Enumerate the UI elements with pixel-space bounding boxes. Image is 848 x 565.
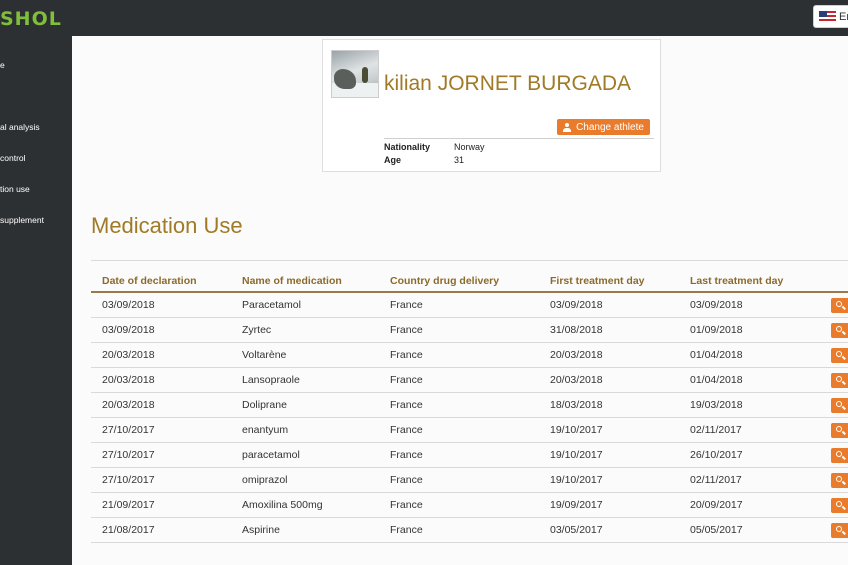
table-cell: Lansopraole xyxy=(242,374,300,386)
view-details-button[interactable] xyxy=(831,473,848,488)
divider xyxy=(91,260,848,261)
table-cell: France xyxy=(390,324,423,336)
table-cell: France xyxy=(390,474,423,486)
table-cell: 19/09/2017 xyxy=(550,499,603,511)
table-cell: France xyxy=(390,299,423,311)
user-icon xyxy=(563,122,572,132)
table-cell: 20/03/2018 xyxy=(550,349,603,361)
table-cell: 03/09/2018 xyxy=(102,299,155,311)
table-cell: 19/10/2017 xyxy=(550,474,603,486)
table-cell: France xyxy=(390,449,423,461)
view-details-button[interactable] xyxy=(831,523,848,538)
sidebar-item-supplement[interactable]: supplement xyxy=(0,215,44,225)
table-cell: 27/10/2017 xyxy=(102,449,155,461)
athlete-card: kilian JORNET BURGADA Change athlete Nat… xyxy=(322,39,661,172)
table-row[interactable]: 27/10/2017 paracetamol France 19/10/2017 26/… xyxy=(91,443,848,468)
table-cell: enantyum xyxy=(242,424,289,436)
table-row[interactable]: 03/09/2018 Zyrtec France 31/08/2018 01/09/20… xyxy=(91,318,848,343)
table-cell: 19/10/2017 xyxy=(550,449,603,461)
table-cell: 19/03/2018 xyxy=(690,399,743,411)
page-title: Medication Use xyxy=(91,213,243,238)
table-cell: paracetamol xyxy=(242,449,300,461)
top-bar: SHOL En xyxy=(0,0,848,36)
sidebar: e al analysis control tion use supplemen… xyxy=(0,36,72,565)
sidebar-item-medication-use[interactable]: tion use xyxy=(0,184,30,194)
table-cell: France xyxy=(390,349,423,361)
table-cell: 03/09/2018 xyxy=(102,324,155,336)
table-cell: France xyxy=(390,374,423,386)
table-cell: 21/08/2017 xyxy=(102,524,155,536)
table-row[interactable]: 20/03/2018 Voltarène France 20/03/2018 01/04… xyxy=(91,343,848,368)
view-details-button[interactable] xyxy=(831,448,848,463)
table-cell: Aspirine xyxy=(242,524,280,536)
table-cell: 31/08/2018 xyxy=(550,324,603,336)
column-header-medication-name: Name of medication xyxy=(242,275,342,287)
table-row[interactable]: 27/10/2017 omiprazol France 19/10/2017 02/11… xyxy=(91,468,848,493)
table-cell: 20/03/2018 xyxy=(102,374,155,386)
view-details-button[interactable] xyxy=(831,423,848,438)
table-cell: 03/09/2018 xyxy=(690,299,743,311)
view-details-button[interactable] xyxy=(831,298,848,313)
table-cell: 03/05/2017 xyxy=(550,524,603,536)
column-header-date-declaration: Date of declaration xyxy=(102,275,197,287)
table-row[interactable]: 20/03/2018 Doliprane France 18/03/2018 19/03… xyxy=(91,393,848,418)
sidebar-item-home[interactable]: e xyxy=(0,60,5,70)
view-details-button[interactable] xyxy=(831,373,848,388)
language-selector[interactable]: En xyxy=(813,5,848,28)
athlete-photo xyxy=(331,50,379,98)
column-header-first-day: First treatment day xyxy=(550,275,645,287)
table-cell: Paracetamol xyxy=(242,299,301,311)
divider xyxy=(384,138,654,139)
table-cell: 20/03/2018 xyxy=(102,349,155,361)
table-cell: 01/04/2018 xyxy=(690,349,743,361)
us-flag-icon xyxy=(819,10,836,23)
change-athlete-label: Change athlete xyxy=(576,121,644,133)
table-cell: 20/03/2018 xyxy=(102,399,155,411)
table-cell: France xyxy=(390,399,423,411)
table-cell: 19/10/2017 xyxy=(550,424,603,436)
table-cell: France xyxy=(390,524,423,536)
table-row[interactable]: 27/10/2017 enantyum France 19/10/2017 02/11/… xyxy=(91,418,848,443)
table-cell: Amoxilina 500mg xyxy=(242,499,323,511)
table-cell: France xyxy=(390,424,423,436)
nationality-label: Nationality xyxy=(384,142,431,152)
table-cell: 26/10/2017 xyxy=(690,449,743,461)
table-cell: Voltarène xyxy=(242,349,287,361)
view-details-button[interactable] xyxy=(831,498,848,513)
language-label: En xyxy=(839,10,848,23)
table-cell: Zyrtec xyxy=(242,324,272,336)
table-cell: 27/10/2017 xyxy=(102,474,155,486)
table-cell: France xyxy=(390,499,423,511)
view-details-button[interactable] xyxy=(831,348,848,363)
table-cell: 20/03/2018 xyxy=(550,374,603,386)
table-cell: 27/10/2017 xyxy=(102,424,155,436)
table-cell: 20/09/2017 xyxy=(690,499,743,511)
column-header-last-day: Last treatment day xyxy=(690,275,784,287)
table-cell: 02/11/2017 xyxy=(690,424,742,436)
table-cell: 18/03/2018 xyxy=(550,399,603,411)
column-header-country: Country drug delivery xyxy=(390,275,500,287)
table-cell: 01/04/2018 xyxy=(690,374,743,386)
app-logo[interactable]: SHOL xyxy=(0,8,62,30)
table-row[interactable]: 20/03/2018 Lansopraole France 20/03/2018 01/… xyxy=(91,368,848,393)
nationality-value: Norway xyxy=(454,142,485,152)
view-details-button[interactable] xyxy=(831,398,848,413)
table-row[interactable]: 03/09/2018 Paracetamol France 03/09/2018 03/… xyxy=(91,293,848,318)
table-cell: 01/09/2018 xyxy=(690,324,743,336)
table-cell: 21/09/2017 xyxy=(102,499,155,511)
table-cell: 02/11/2017 xyxy=(690,474,742,486)
table-row[interactable]: 21/08/2017 Aspirine France 03/05/2017 05/05/… xyxy=(91,518,848,543)
table-row[interactable]: 21/09/2017 Amoxilina 500mg France 19/09/201… xyxy=(91,493,848,518)
athlete-name: kilian JORNET BURGADA xyxy=(384,72,631,95)
table-cell: 05/05/2017 xyxy=(690,524,743,536)
table-cell: Doliprane xyxy=(242,399,287,411)
table-cell: 03/09/2018 xyxy=(550,299,603,311)
view-details-button[interactable] xyxy=(831,323,848,338)
age-label: Age xyxy=(384,155,402,165)
sidebar-item-analysis[interactable]: al analysis xyxy=(0,122,40,132)
sidebar-item-control[interactable]: control xyxy=(0,153,26,163)
change-athlete-button[interactable]: Change athlete xyxy=(557,119,650,135)
table-cell: omiprazol xyxy=(242,474,288,486)
age-value: 31 xyxy=(454,155,465,165)
